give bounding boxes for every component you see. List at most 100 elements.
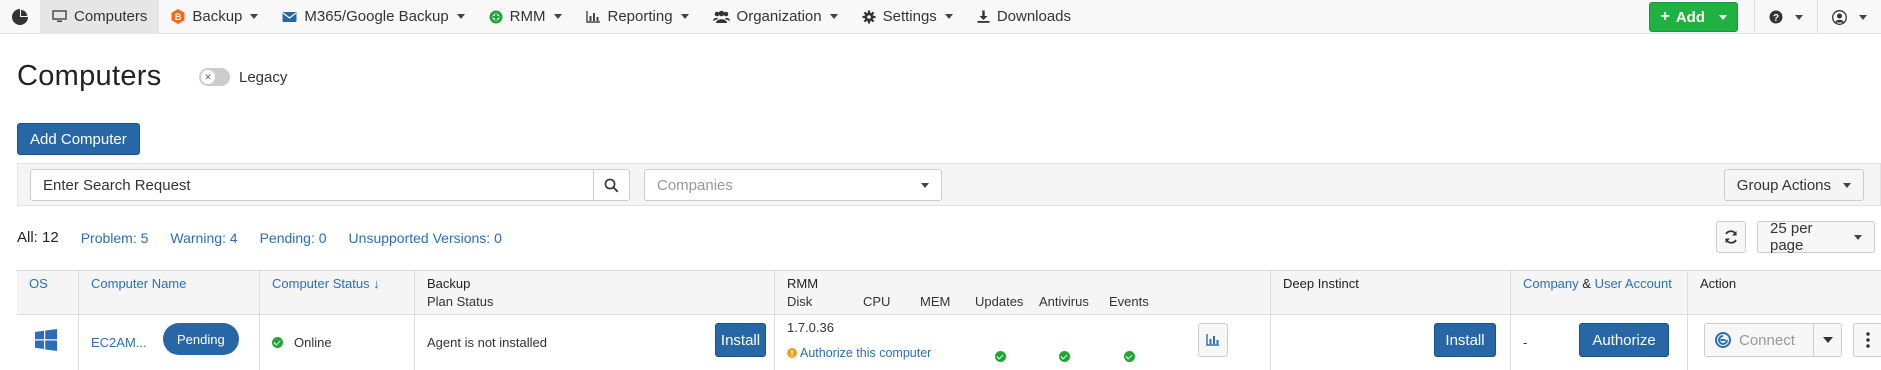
authorize-computer-link[interactable]: Authorize this computer (800, 346, 931, 360)
nav-m365-google-backup[interactable]: M365/Google Backup (270, 0, 476, 34)
status-summary: All: 12 Problem: 5 Warning: 4 Pending: 0… (17, 229, 524, 246)
download-icon (977, 10, 990, 23)
col-cpu-label: CPU (863, 294, 891, 309)
pending-badge[interactable]: Pending (163, 323, 239, 355)
stat-unsupported[interactable]: Unsupported Versions: 0 (349, 230, 502, 246)
chevron-down-icon (1859, 14, 1867, 20)
backup-install-button[interactable]: Install (715, 323, 766, 357)
per-page-label: 25 per page (1770, 220, 1813, 254)
col-updates-label: Updates (975, 294, 1024, 309)
companies-placeholder: Companies (657, 176, 733, 194)
col-rmm-label: RMM (787, 276, 819, 291)
nav-downloads-label: Downloads (996, 8, 1072, 25)
col-events-label: Events (1109, 294, 1149, 309)
nav-computers[interactable]: Computers (40, 0, 160, 34)
add-computer-button[interactable]: Add Computer (17, 123, 140, 155)
backup-icon: B (171, 9, 185, 24)
question-icon: ? (1769, 10, 1783, 24)
chevron-down-icon (944, 14, 953, 19)
filter-bar: Companies Group Actions (17, 163, 1881, 206)
rmm-version: 1.7.0.36 (787, 320, 834, 335)
col-company-user: Company & User Account (1511, 271, 1688, 315)
companies-select[interactable]: Companies (644, 169, 942, 201)
col-os-label: OS (29, 276, 48, 291)
per-page-select[interactable]: 25 per page (1757, 220, 1875, 254)
search-button[interactable] (593, 170, 629, 200)
col-action-label: Action (1700, 276, 1737, 291)
nav-reporting[interactable]: Reporting (574, 0, 701, 34)
users-icon (712, 10, 730, 23)
nav-m365-label: M365/Google Backup (304, 8, 449, 25)
chevron-down-icon (1795, 14, 1803, 20)
updates-check-icon (995, 351, 1006, 362)
stat-pending[interactable]: Pending: 0 (260, 230, 327, 246)
nav-backup-label: Backup (192, 8, 243, 25)
group-actions-dropdown[interactable]: Group Actions (1723, 169, 1864, 201)
gear-icon (862, 10, 876, 24)
col-deep-instinct-label: Deep Instinct (1283, 276, 1359, 291)
nav-rmm[interactable]: RMM (477, 0, 574, 34)
cell-os (17, 315, 79, 370)
bar-chart-icon (1206, 334, 1219, 346)
col-computer-name[interactable]: Computer Name (79, 271, 260, 315)
nav-downloads[interactable]: Downloads (965, 0, 1083, 34)
col-computer-status-label: Computer Status ↓ (272, 276, 380, 291)
col-amp-label: & (1582, 276, 1591, 291)
status-text: Online (294, 335, 332, 350)
svg-text:B: B (175, 12, 182, 22)
refresh-icon (1725, 230, 1737, 244)
table-row: EC2AM... Pending Online Agent is not ins… (17, 315, 1881, 370)
connect-icon (1715, 332, 1731, 348)
windows-icon (35, 329, 57, 351)
user-menu[interactable] (1817, 0, 1881, 34)
more-actions-button[interactable] (1853, 323, 1881, 357)
col-company-label[interactable]: Company (1523, 276, 1579, 291)
monitor-icon (52, 10, 67, 23)
cell-rmm: 1.7.0.36 Authorize this computer (775, 315, 1271, 370)
computer-name-link[interactable]: EC2AM... (91, 335, 147, 350)
col-rmm: RMM Disk CPU MEM Updates Antivirus Event… (775, 271, 1271, 315)
close-icon: ✕ (201, 70, 215, 84)
col-antivirus-label: Antivirus (1039, 294, 1089, 309)
app-logo[interactable] (0, 0, 40, 34)
nav-settings-label: Settings (882, 8, 937, 25)
stat-problem[interactable]: Problem: 5 (81, 230, 149, 246)
top-navigation: Computers B Backup M365/Google Backup RM… (0, 0, 1881, 34)
legacy-toggle[interactable]: ✕ (199, 68, 230, 86)
chevron-down-icon (921, 183, 929, 188)
deep-instinct-install-button[interactable]: Install (1434, 323, 1496, 357)
add-button[interactable]: + Add (1649, 2, 1738, 32)
user-icon (1832, 9, 1847, 25)
col-computer-name-label: Computer Name (91, 276, 187, 291)
authorize-button[interactable]: Authorize (1579, 323, 1669, 357)
refresh-button[interactable] (1716, 221, 1746, 253)
chevron-down-icon (250, 14, 259, 19)
rmm-chart-button[interactable] (1198, 323, 1228, 357)
search-input[interactable] (31, 170, 593, 200)
stat-all[interactable]: All: 12 (17, 229, 59, 246)
chevron-down-icon (553, 14, 562, 19)
search-box (30, 169, 630, 201)
nav-computers-label: Computers (74, 8, 148, 25)
cell-computer-name: EC2AM... Pending (79, 315, 260, 370)
connect-button[interactable]: Connect (1704, 323, 1814, 357)
connect-dropdown[interactable] (1814, 323, 1842, 357)
plus-icon: + (1660, 8, 1670, 25)
col-mem-label: MEM (920, 294, 951, 309)
col-computer-status[interactable]: Computer Status ↓ (260, 271, 415, 315)
stat-warning[interactable]: Warning: 4 (170, 230, 237, 246)
col-os[interactable]: OS (17, 271, 79, 315)
cell-action: Connect (1688, 315, 1881, 370)
help-dropdown[interactable]: ? (1754, 0, 1817, 34)
col-user-account-label[interactable]: User Account (1595, 276, 1672, 291)
nav-organization[interactable]: Organization (701, 0, 850, 34)
computers-table: OS Computer Name Computer Status ↓ Backu… (17, 270, 1881, 370)
col-disk-label: Disk (787, 294, 813, 309)
col-backup: Backup Plan Status (415, 271, 775, 315)
pie-chart-icon (12, 8, 28, 25)
chevron-down-icon (680, 14, 689, 19)
nav-backup[interactable]: B Backup (159, 0, 270, 34)
nav-settings[interactable]: Settings (850, 0, 965, 34)
rmm-icon (489, 10, 503, 24)
nav-rmm-label: RMM (509, 8, 546, 25)
